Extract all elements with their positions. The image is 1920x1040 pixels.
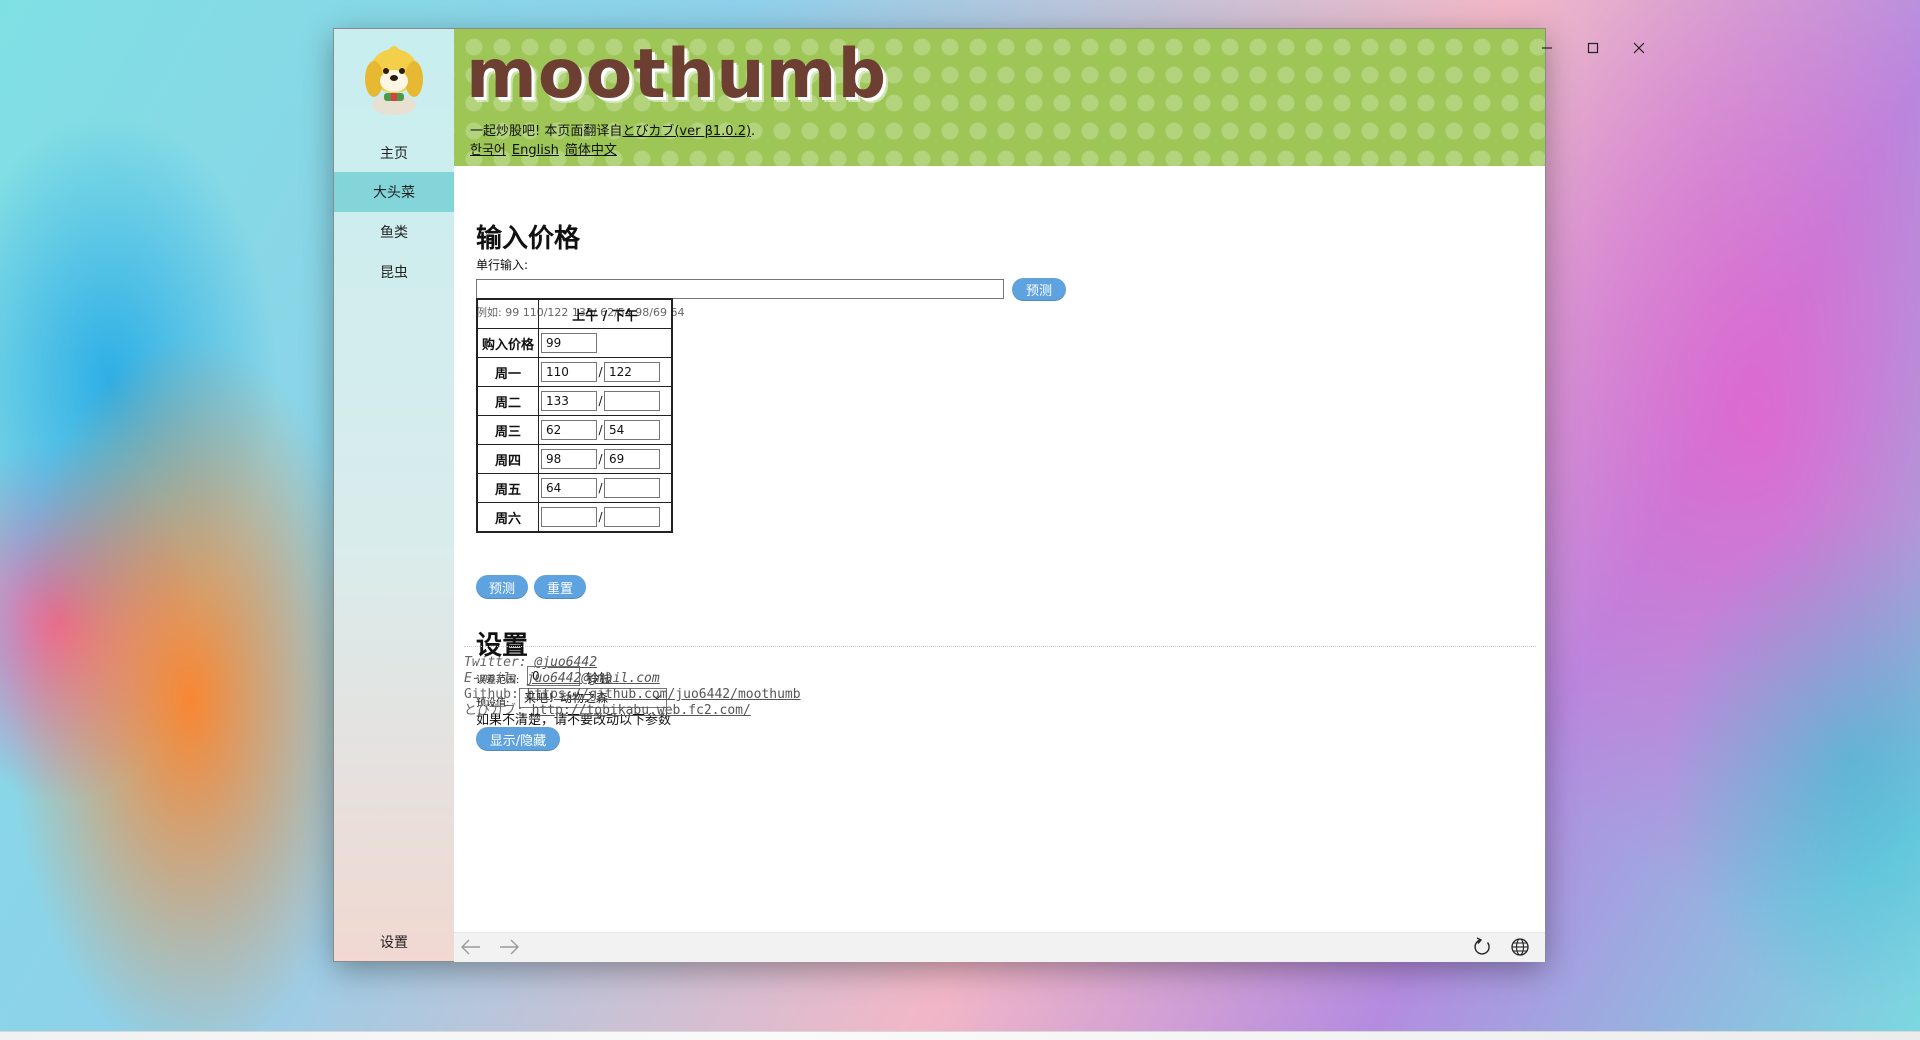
predict-button[interactable]: 预测 xyxy=(476,575,528,599)
row-label-day: 周二 xyxy=(476,386,539,416)
refresh-icon[interactable] xyxy=(1469,936,1495,958)
app-window: 主页 大头菜 鱼类 昆虫 设置 moothumb 一起炒股吧! 本页面翻译自とび… xyxy=(334,29,1645,962)
table-row: 周一 110/122 xyxy=(476,357,673,387)
footer-tobikabu: とびカブ: http://tobikabu.web.fc2.com/ xyxy=(464,703,801,719)
tobikabu-label: とびカブ: xyxy=(464,703,532,718)
table-row: 周四 98/69 xyxy=(476,444,673,474)
github-link[interactable]: https://github.com/juo6442/moothumb xyxy=(527,687,801,702)
sidebar-item-fish[interactable]: 鱼类 xyxy=(334,212,454,252)
single-line-label: 单行输入: xyxy=(476,258,529,272)
footer: Twitter: @juo6442 E-mail: juo6442@gmail.… xyxy=(464,655,801,719)
isabelle-dog-icon xyxy=(358,41,430,117)
maximize-icon xyxy=(1587,42,1599,54)
sidebar-item-label: 主页 xyxy=(380,146,408,162)
table-column-header: 上午 / 下午 xyxy=(538,298,673,329)
sidebar: 主页 大头菜 鱼类 昆虫 设置 xyxy=(334,29,454,961)
lang-english-link[interactable]: English xyxy=(512,143,559,158)
sidebar-item-bugs[interactable]: 昆虫 xyxy=(334,252,454,292)
input-price-title: 输入价格 xyxy=(476,224,581,254)
tobikabu-url-link[interactable]: http://tobikabu.web.fc2.com/ xyxy=(532,703,751,718)
pm-price-input[interactable] xyxy=(604,507,660,527)
close-button[interactable] xyxy=(1622,35,1656,61)
footer-twitter: Twitter: @juo6442 xyxy=(464,655,801,671)
row-label-day: 周一 xyxy=(476,357,539,387)
app-title: moothumb xyxy=(466,35,888,114)
taskbar-strip xyxy=(0,1031,1920,1040)
row-label-day: 周三 xyxy=(476,415,539,445)
am-price-input[interactable]: 133 xyxy=(541,391,597,411)
arrow-right-icon[interactable] xyxy=(496,936,522,958)
tobikabu-link[interactable]: とびカブ(ver β1.0.2) xyxy=(622,124,751,139)
maximize-button[interactable] xyxy=(1576,35,1610,61)
table-row: 周六 / xyxy=(476,502,673,533)
row-label-buy: 购入价格 xyxy=(476,328,539,358)
sidebar-item-label: 鱼类 xyxy=(380,225,408,241)
header-banner: moothumb 一起炒股吧! 本页面翻译自とびカブ(ver β1.0.2). … xyxy=(454,29,1645,166)
minimize-button[interactable] xyxy=(1530,35,1564,61)
am-pm-separator: / xyxy=(598,394,603,408)
pm-price-input[interactable]: 122 xyxy=(604,362,660,382)
close-icon xyxy=(1633,42,1645,54)
reset-button[interactable]: 重置 xyxy=(534,575,586,599)
table-row: 周五 64/ xyxy=(476,473,673,503)
pm-price-input[interactable]: 69 xyxy=(604,449,660,469)
sidebar-item-settings[interactable]: 设置 xyxy=(334,922,454,962)
footer-divider xyxy=(464,646,1536,647)
table-row-buy: 购入价格 99 xyxy=(476,328,673,358)
single-line-input[interactable] xyxy=(476,279,1004,299)
email-link[interactable]: juo6442@gmail.com xyxy=(527,671,660,686)
row-label-day: 周四 xyxy=(476,444,539,474)
twitter-link[interactable]: @juo6442 xyxy=(534,655,597,670)
subtitle-text: 一起炒股吧! 本页面翻译自 xyxy=(470,124,623,139)
table-row: 周二 133/ xyxy=(476,386,673,416)
am-pm-separator: / xyxy=(598,510,603,524)
sidebar-item-label: 大头菜 xyxy=(373,185,415,201)
am-price-input[interactable] xyxy=(541,507,597,527)
am-pm-separator: / xyxy=(598,452,603,466)
sidebar-item-label: 昆虫 xyxy=(380,265,408,281)
am-pm-separator: / xyxy=(598,365,603,379)
bottom-navigation-bar xyxy=(454,932,1545,962)
buy-price-input[interactable]: 99 xyxy=(541,333,597,353)
am-price-input[interactable]: 62 xyxy=(541,420,597,440)
main-content: 输入价格 单行输入: 预测 例如: 99 110/122 133/ 62/54 … xyxy=(454,166,1545,959)
sidebar-item-label: 设置 xyxy=(380,935,408,951)
arrow-left-icon[interactable] xyxy=(458,936,484,958)
pm-price-input[interactable] xyxy=(604,478,660,498)
footer-github: Github: https://github.com/juo6442/mooth… xyxy=(464,687,801,703)
pm-price-input[interactable]: 54 xyxy=(604,420,660,440)
am-price-input[interactable]: 98 xyxy=(541,449,597,469)
subtitle-period: . xyxy=(751,124,756,139)
sidebar-item-home[interactable]: 主页 xyxy=(334,133,454,173)
price-table: 上午 / 下午 购入价格 99 周一 110/122 周二 133/ 周三 62… xyxy=(476,298,673,533)
pm-price-input[interactable] xyxy=(604,391,660,411)
header-subtitle: 一起炒股吧! 本页面翻译自とびカブ(ver β1.0.2). xyxy=(470,120,755,139)
am-price-input[interactable]: 64 xyxy=(541,478,597,498)
am-pm-separator: / xyxy=(598,481,603,495)
github-label: Github: xyxy=(464,687,527,702)
table-corner xyxy=(476,298,539,329)
table-row: 周三 62/54 xyxy=(476,415,673,445)
am-pm-separator: / xyxy=(598,423,603,437)
sidebar-item-turnip[interactable]: 大头菜 xyxy=(334,172,454,212)
globe-icon[interactable] xyxy=(1507,936,1533,958)
email-label: E-mail: xyxy=(464,671,527,686)
single-line-predict-button[interactable]: 预测 xyxy=(1012,278,1066,301)
footer-email: E-mail: juo6442@gmail.com xyxy=(464,671,801,687)
twitter-label: Twitter: xyxy=(464,655,535,670)
minimize-icon xyxy=(1542,47,1552,49)
language-switcher: 한국어 English 简体中文 xyxy=(470,139,623,158)
am-price-input[interactable]: 110 xyxy=(541,362,597,382)
lang-korean-link[interactable]: 한국어 xyxy=(470,143,506,158)
row-label-day: 周六 xyxy=(476,502,539,533)
toggle-advanced-button[interactable]: 显示/隐藏 xyxy=(476,727,560,751)
row-label-day: 周五 xyxy=(476,473,539,503)
lang-chinese-link[interactable]: 简体中文 xyxy=(565,143,617,158)
